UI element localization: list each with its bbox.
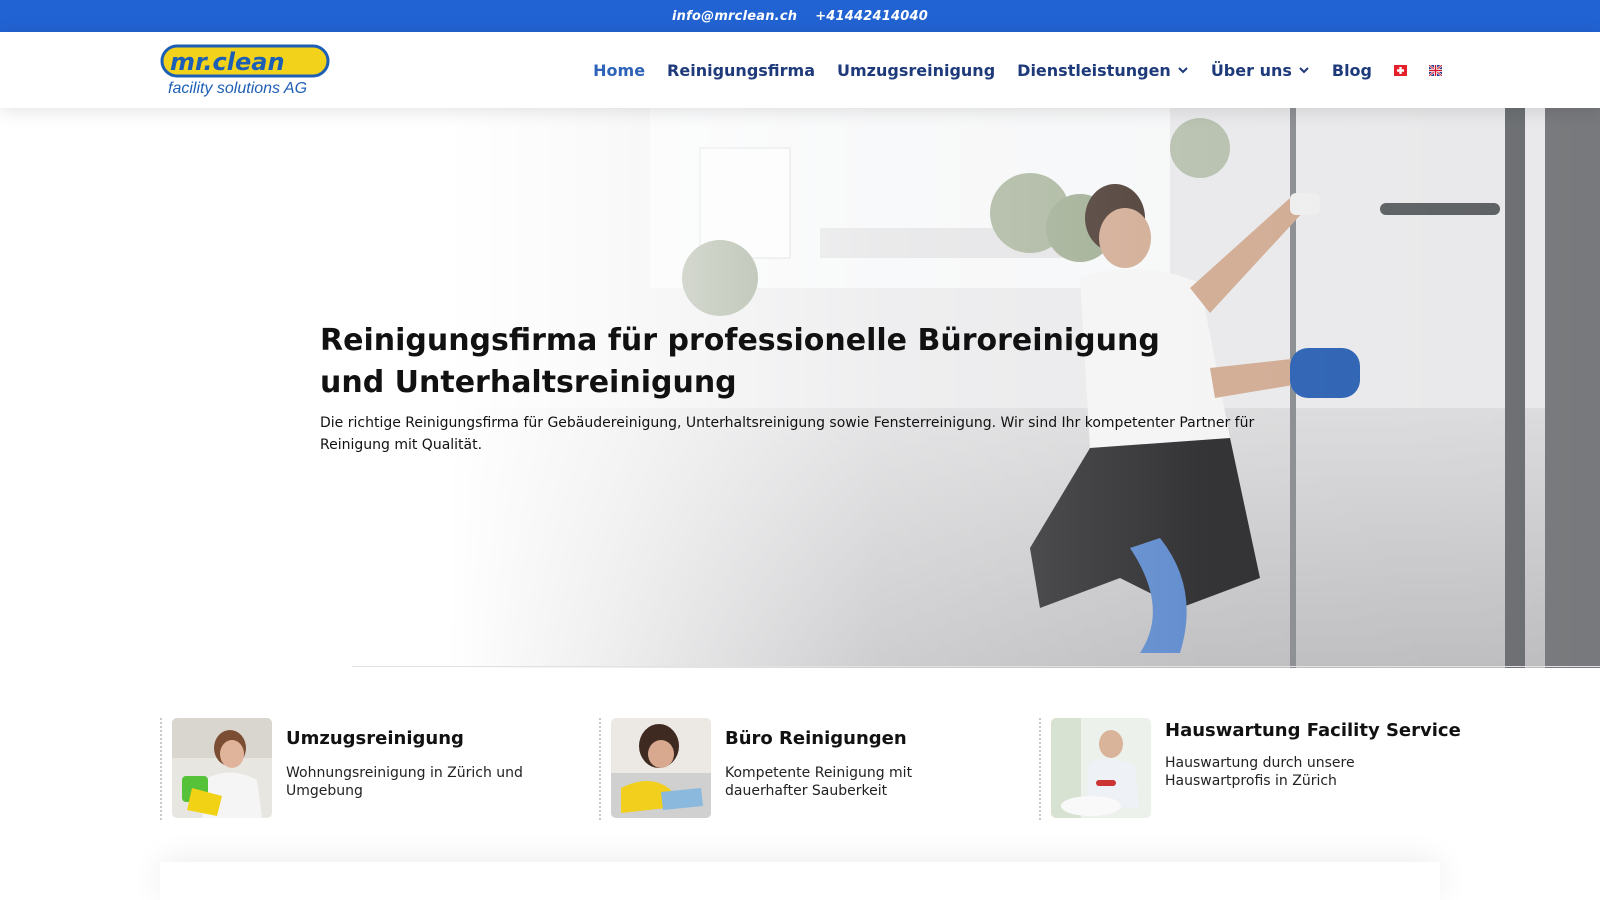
nav-umzugsreinigung[interactable]: Umzugsreinigung (837, 61, 995, 80)
contact-topbar: info@mrclean.ch +41442414040 (0, 0, 1600, 32)
swiss-flag-icon[interactable] (1394, 64, 1407, 76)
chevron-down-icon (1178, 67, 1188, 74)
nav-umzugsreinigung-label: Umzugsreinigung (837, 60, 996, 80)
svg-text:facility solutions AG: facility solutions AG (168, 80, 307, 97)
nav-blog-label: Blog (1331, 60, 1372, 80)
chevron-down-icon (1299, 67, 1309, 74)
svg-text:mr.clean: mr.clean (170, 48, 285, 76)
service-desc: Wohnungsreinigung in Zürich und Umgebung (286, 765, 523, 799)
phone-link[interactable]: +41442414040 (815, 9, 928, 24)
hero-section: Reinigungsfirma für professionelle Büror… (0, 108, 1600, 668)
mrclean-logo[interactable]: mr.clean facility solutions AG (160, 44, 330, 98)
nav-reinigungsfirma[interactable]: Reinigungsfirma (667, 61, 815, 80)
main-nav: Home Reinigungsfirma Umzugsreinigung Die… (593, 32, 1442, 108)
divider (352, 666, 1600, 667)
service-card-hauswartung[interactable]: Hauswartung Facility Service Hauswartung… (1039, 718, 1461, 820)
buero-reinigung-photo (611, 718, 711, 818)
service-title: Hauswartung Facility Service (1165, 720, 1461, 741)
nav-dienstleistungen-label: Dienstleistungen (1017, 60, 1171, 80)
nav-blog[interactable]: Blog (1332, 61, 1372, 80)
service-title: Büro Reinigungen (725, 728, 907, 749)
hauswartung-photo (1051, 718, 1151, 818)
service-desc: Hauswartung durch unsere Hauswartprofis … (1165, 755, 1355, 789)
service-card-umzugsreinigung[interactable]: Umzugsreinigung Wohnungsreinigung in Zür… (160, 718, 580, 820)
service-card-buero[interactable]: Büro Reinigungen Kompetente Reinigung mi… (599, 718, 1019, 820)
nav-reinigungsfirma-label: Reinigungsfirma (667, 60, 816, 80)
hero-text: Die richtige Reinigungsfirma für Gebäude… (320, 415, 1255, 453)
nav-ueber-uns[interactable]: Über uns (1211, 61, 1310, 80)
service-title: Umzugsreinigung (286, 728, 464, 749)
nav-ueber-uns-label: Über uns (1210, 60, 1292, 80)
site-header: mr.clean facility solutions AG Home Rein… (0, 32, 1600, 108)
nav-home[interactable]: Home (593, 61, 645, 80)
nav-dienstleistungen[interactable]: Dienstleistungen (1017, 61, 1189, 80)
uk-flag-icon[interactable] (1429, 64, 1442, 76)
service-desc: Kompetente Reinigung mit dauerhafter Sau… (725, 765, 913, 799)
umzugsreinigung-photo (172, 718, 272, 818)
nav-home-label: Home (593, 60, 646, 80)
content-box (160, 862, 1440, 900)
email-link[interactable]: info@mrclean.ch (672, 9, 797, 24)
hero-title: Reinigungsfirma für professionelle Büror… (320, 323, 1160, 400)
